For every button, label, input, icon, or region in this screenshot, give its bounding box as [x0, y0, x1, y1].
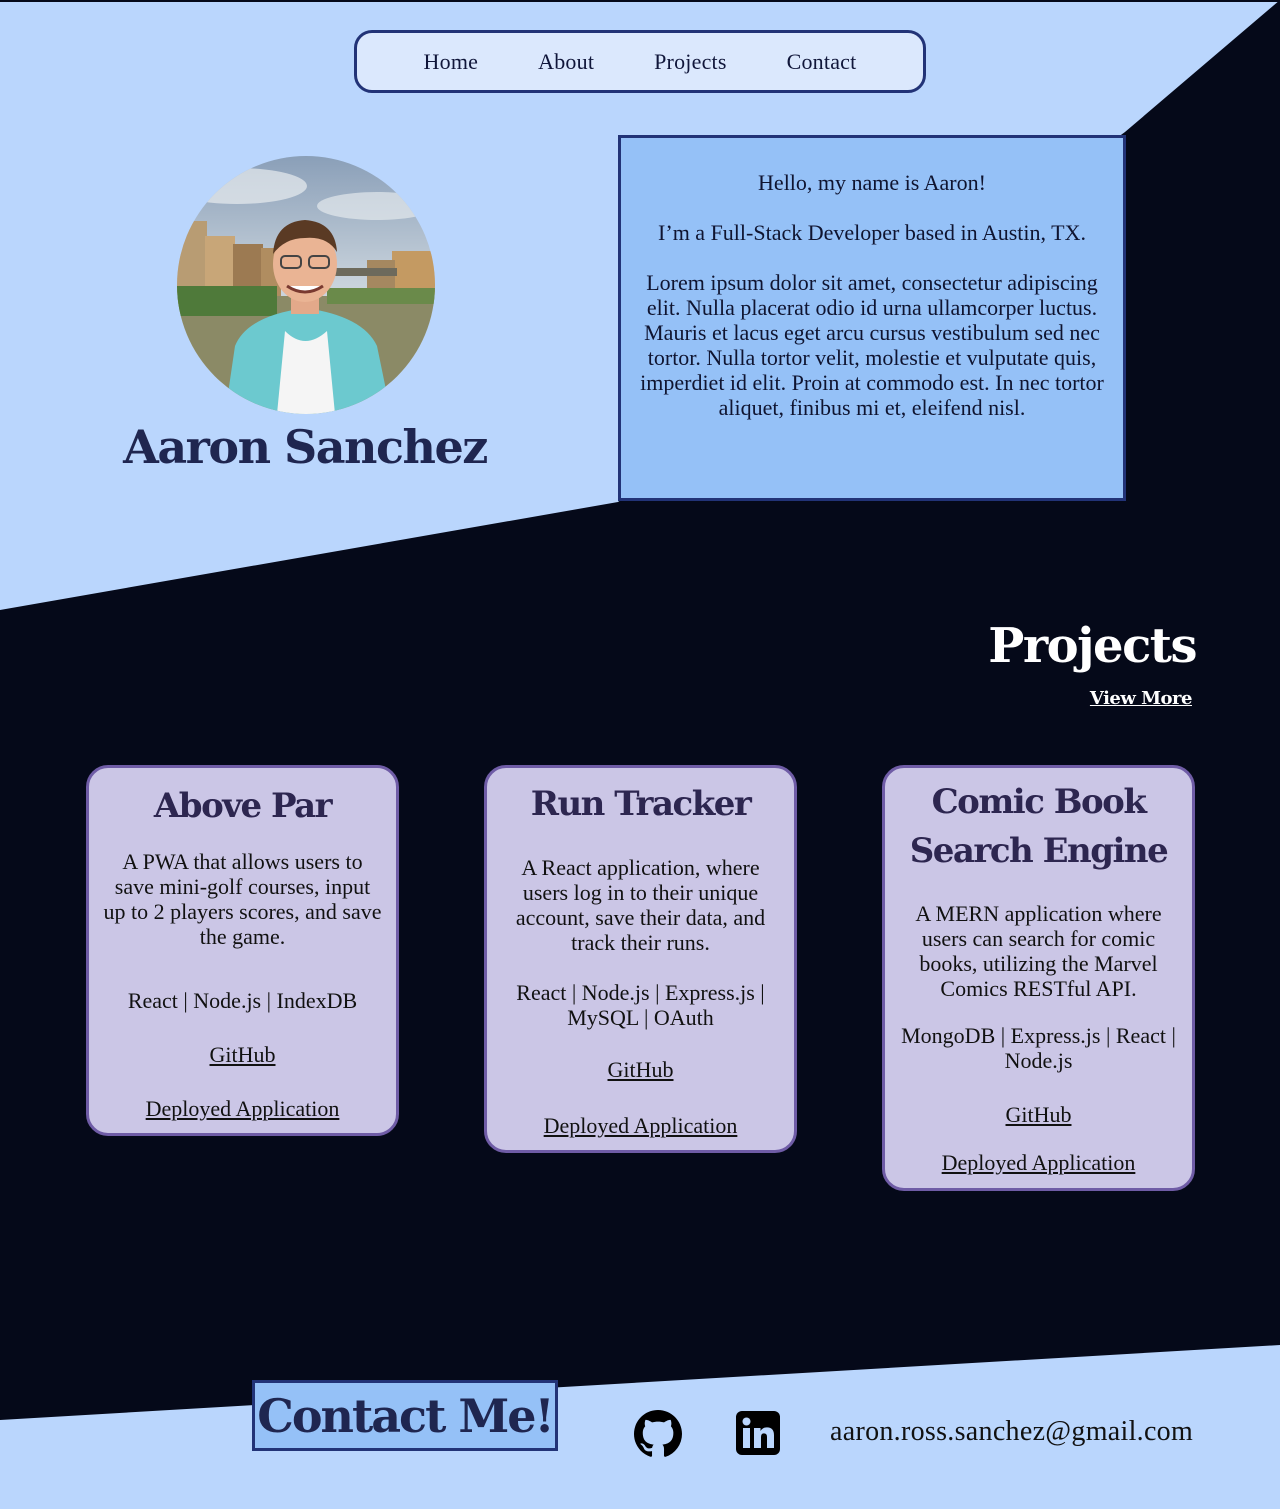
profile-photo — [177, 156, 435, 414]
project-description: A MERN application where users can searc… — [915, 901, 1162, 1001]
contact-heading: Contact Me! — [257, 1388, 554, 1443]
main-nav: Home About Projects Contact — [354, 30, 926, 93]
linkedin-icon[interactable] — [736, 1411, 780, 1460]
github-link[interactable]: GitHub — [885, 1102, 1192, 1127]
project-description: A React application, where users log in … — [515, 855, 766, 955]
project-title: Above Par — [153, 786, 333, 826]
about-box: Hello, my name is Aaron! I’m a Full-Stac… — [618, 135, 1126, 501]
project-title: Run Tracker — [530, 784, 752, 824]
top-border — [0, 0, 1280, 2]
bio-text: Lorem ipsum dolor sit amet, consectetur … — [640, 270, 1104, 420]
hero-name: Aaron Sanchez — [123, 420, 488, 474]
deployed-link[interactable]: Deployed Application — [487, 1113, 794, 1138]
greeting-text: Hello, my name is Aaron! — [758, 170, 986, 195]
project-card-run-tracker: Run Tracker A React application, where u… — [484, 765, 797, 1153]
project-card-above-par: Above Par A PWA that allows users to sav… — [86, 765, 399, 1136]
github-icon[interactable] — [634, 1410, 682, 1463]
project-tech: React | Node.js | IndexDB — [127, 988, 358, 1013]
nav-about[interactable]: About — [508, 49, 624, 75]
project-tech: React | Node.js | Express.js | MySQL | O… — [516, 980, 765, 1030]
deployed-link[interactable]: Deployed Application — [885, 1150, 1192, 1175]
nav-home[interactable]: Home — [394, 49, 509, 75]
view-more-link[interactable]: View More — [1040, 688, 1193, 709]
projects-heading: Projects — [988, 618, 1197, 674]
nav-projects[interactable]: Projects — [624, 49, 756, 75]
contact-email[interactable]: aaron.ross.sanchez@gmail.com — [830, 1416, 1193, 1448]
nav-contact[interactable]: Contact — [757, 49, 887, 75]
project-title: Comic Book Search Engine — [909, 782, 1169, 871]
github-link[interactable]: GitHub — [89, 1042, 396, 1067]
project-tech: MongoDB | Express.js | React | Node.js — [901, 1023, 1176, 1073]
project-description: A PWA that allows users to save mini-gol… — [103, 849, 382, 949]
contact-heading-box: Contact Me! — [252, 1380, 558, 1451]
deployed-link[interactable]: Deployed Application — [89, 1096, 396, 1121]
project-card-comic-book-search: Comic Book Search Engine A MERN applicat… — [882, 765, 1195, 1191]
github-link[interactable]: GitHub — [487, 1057, 794, 1082]
role-text: I’m a Full-Stack Developer based in Aust… — [658, 220, 1086, 245]
